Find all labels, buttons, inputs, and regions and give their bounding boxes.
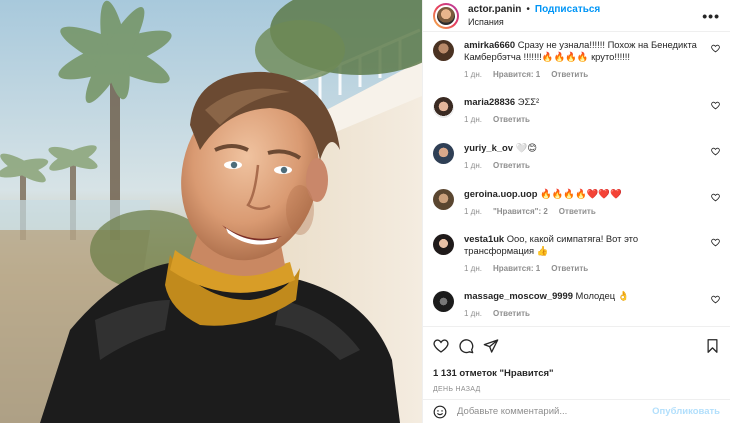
comment-text: 🔥🔥🔥🔥❤️❤️❤️	[540, 188, 622, 199]
comment-time[interactable]: 1 дн.	[464, 264, 482, 273]
comment-username[interactable]: yuriy_k_ov	[464, 142, 513, 153]
post-header: actor.panin • Подписаться Испания •••	[423, 0, 730, 32]
comment-username[interactable]: amirka6660	[464, 39, 515, 50]
post-actions: 1 131 отметок "Нравится" ДЕНЬ НАЗАД	[423, 326, 730, 393]
post-date[interactable]: ДЕНЬ НАЗАД	[433, 386, 720, 393]
comment-likes[interactable]: Нравится: 1	[493, 70, 540, 79]
comment-text: 🤍😊	[515, 142, 538, 153]
publish-button[interactable]: Опубликовать	[652, 406, 720, 417]
separator-dot: •	[526, 3, 530, 15]
comments-list[interactable]: amirka6660 Сразу не узнала!!!!!! Похож н…	[423, 33, 730, 325]
comment-text: Молодец 👌	[575, 290, 630, 301]
reply-button[interactable]: Ответить	[493, 309, 530, 318]
reply-button[interactable]: Ответить	[551, 264, 588, 273]
comment-text: ЭΣΣ²	[517, 96, 540, 107]
heart-icon[interactable]	[711, 101, 720, 110]
commenter-avatar[interactable]	[433, 291, 454, 312]
comment-item: yuriy_k_ov 🤍😊 1 дн. Ответить	[433, 142, 720, 170]
reply-button[interactable]: Ответить	[493, 115, 530, 124]
comment-time[interactable]: 1 дн.	[464, 309, 482, 318]
post-location[interactable]: Испания	[468, 16, 600, 28]
comment-time[interactable]: 1 дн.	[464, 115, 482, 124]
heart-icon[interactable]	[711, 193, 720, 202]
comment-time[interactable]: 1 дн.	[464, 70, 482, 79]
post-side-panel: actor.panin • Подписаться Испания ••• am…	[422, 0, 730, 423]
likes-count[interactable]: 1 131 отметок "Нравится"	[433, 368, 720, 379]
comment-bubble-icon[interactable]	[458, 338, 474, 354]
heart-icon[interactable]	[711, 44, 720, 53]
comment-item: maria28836 ЭΣΣ² 1 дн. Ответить	[433, 96, 720, 124]
comment-time[interactable]: 1 дн.	[464, 161, 482, 170]
comment-time[interactable]: 1 дн.	[464, 207, 482, 216]
author-avatar[interactable]	[433, 2, 459, 29]
comment-item: vesta1uk Ооо, какой симпатяга! Вот это т…	[433, 233, 720, 273]
comment-item: amirka6660 Сразу не узнала!!!!!! Похож н…	[433, 39, 720, 79]
commenter-avatar[interactable]	[433, 189, 454, 210]
add-comment-bar: Опубликовать	[423, 399, 730, 423]
commenter-avatar[interactable]	[433, 97, 454, 118]
reply-button[interactable]: Ответить	[493, 161, 530, 170]
selfie-illustration	[0, 0, 422, 423]
share-send-icon[interactable]	[483, 338, 499, 354]
comment-input[interactable]	[457, 406, 653, 417]
heart-icon[interactable]	[711, 147, 720, 156]
follow-button[interactable]: Подписаться	[535, 4, 600, 16]
reply-button[interactable]: Ответить	[559, 207, 596, 216]
comment-username[interactable]: vesta1uk	[464, 233, 504, 244]
comment-item: geroina.uop.uop 🔥🔥🔥🔥❤️❤️❤️ 1 дн. "Нравит…	[433, 188, 720, 216]
comment-username[interactable]: massage_moscow_9999	[464, 290, 573, 301]
emoji-icon[interactable]	[433, 405, 447, 419]
like-heart-icon[interactable]	[433, 338, 449, 354]
more-options-icon[interactable]: •••	[702, 8, 720, 24]
commenter-avatar[interactable]	[433, 40, 454, 61]
comment-likes[interactable]: Нравится: 1	[493, 264, 540, 273]
commenter-avatar[interactable]	[433, 234, 454, 255]
heart-icon[interactable]	[711, 238, 720, 247]
commenter-avatar[interactable]	[433, 143, 454, 164]
comment-likes[interactable]: "Нравится": 2	[493, 207, 548, 216]
reply-button[interactable]: Ответить	[551, 70, 588, 79]
post-photo[interactable]	[0, 0, 422, 423]
heart-icon[interactable]	[711, 295, 720, 304]
bookmark-icon[interactable]	[705, 338, 720, 354]
comment-username[interactable]: geroina.uop.uop	[464, 188, 537, 199]
comment-username[interactable]: maria28836	[464, 96, 515, 107]
author-username[interactable]: actor.panin	[468, 4, 521, 16]
comment-item: massage_moscow_9999 Молодец 👌 1 дн. Отве…	[433, 290, 720, 318]
